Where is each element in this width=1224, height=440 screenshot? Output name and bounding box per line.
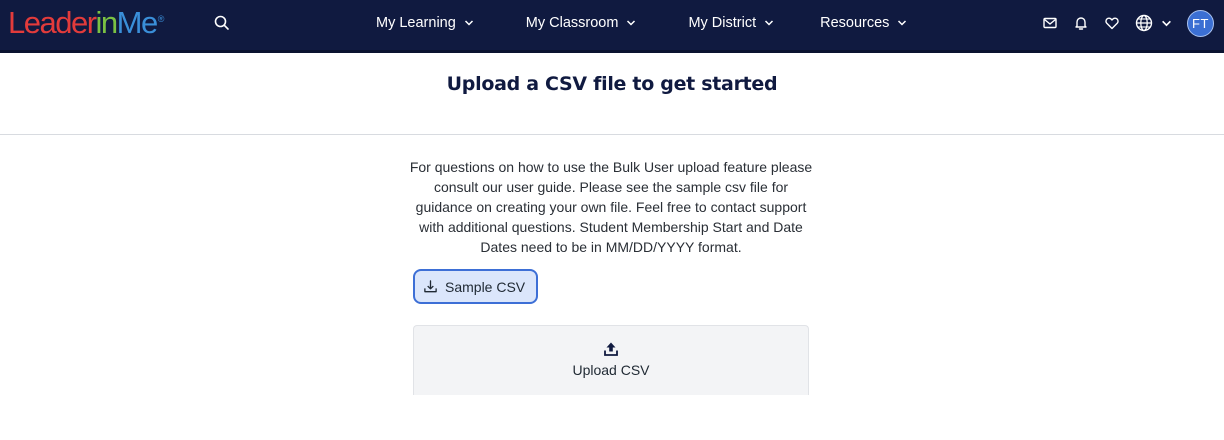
nav-my-classroom[interactable]: My Classroom [526, 15, 637, 31]
nav-my-learning-label: My Learning [376, 15, 456, 31]
heart-icon[interactable] [1104, 15, 1120, 31]
mail-icon[interactable] [1042, 15, 1058, 31]
upload-csv-label: Upload CSV [572, 362, 650, 378]
sample-csv-label: Sample CSV [445, 278, 526, 295]
upload-icon [604, 342, 618, 356]
chevron-down-icon [898, 20, 907, 26]
nav-my-district-label: My District [688, 15, 757, 31]
upload-csv-dropzone[interactable]: Upload CSV [413, 325, 809, 395]
chevron-down-icon [1162, 20, 1171, 26]
chevron-down-icon [627, 20, 636, 26]
main-nav-menu: My Learning My Classroom My District Res… [376, 0, 907, 46]
search-icon[interactable] [213, 14, 231, 32]
logo-leader-text: Leader [8, 5, 97, 40]
nav-my-classroom-label: My Classroom [525, 15, 619, 31]
logo-me-text: Me [116, 5, 159, 40]
leader-in-me-logo[interactable]: Leader in Me ® [8, 6, 164, 40]
nav-utility-icons: FT [1027, 9, 1214, 37]
nav-my-learning[interactable]: My Learning [376, 15, 474, 31]
download-icon [424, 280, 437, 293]
sample-csv-button[interactable]: Sample CSV [413, 269, 538, 304]
bell-icon[interactable] [1073, 15, 1089, 31]
language-selector[interactable] [1135, 14, 1172, 32]
chevron-down-icon [765, 20, 774, 26]
globe-icon [1135, 14, 1153, 32]
nav-resources[interactable]: Resources [820, 15, 907, 31]
nav-resources-label: Resources [820, 15, 890, 31]
page-header: Upload a CSV file to get started [0, 53, 1224, 135]
upload-instructions: For questions on how to use the Bulk Use… [409, 159, 813, 255]
logo-in-text: in [95, 5, 119, 40]
logo-registered-mark: ® [157, 14, 165, 24]
nav-my-district[interactable]: My District [688, 15, 774, 31]
page-title: Upload a CSV file to get started [446, 73, 778, 95]
user-avatar[interactable]: FT [1187, 9, 1214, 37]
chevron-down-icon [464, 20, 473, 26]
top-navbar: Leader in Me ® My Learning My Classroom … [0, 0, 1224, 53]
